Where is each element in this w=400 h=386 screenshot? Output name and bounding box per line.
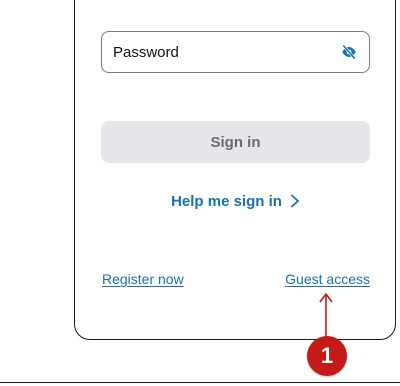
password-field-label: Password	[113, 43, 179, 61]
chevron-right-icon	[290, 194, 300, 208]
eye-slash-icon[interactable]	[341, 44, 357, 60]
help-me-sign-in-link[interactable]: Help me sign in	[101, 191, 370, 211]
password-field[interactable]: Password	[101, 31, 370, 73]
screenshot-canvas: Password Sign in Help me sign in Registe…	[0, 0, 400, 386]
signin-button[interactable]: Sign in	[101, 121, 370, 163]
bottom-divider	[0, 382, 400, 383]
help-me-sign-in-label: Help me sign in	[171, 192, 282, 210]
guest-access-link[interactable]: Guest access	[285, 271, 370, 287]
register-now-link[interactable]: Register now	[102, 271, 184, 287]
callout-badge: 1	[307, 336, 347, 376]
arrow-up-icon	[319, 293, 333, 340]
